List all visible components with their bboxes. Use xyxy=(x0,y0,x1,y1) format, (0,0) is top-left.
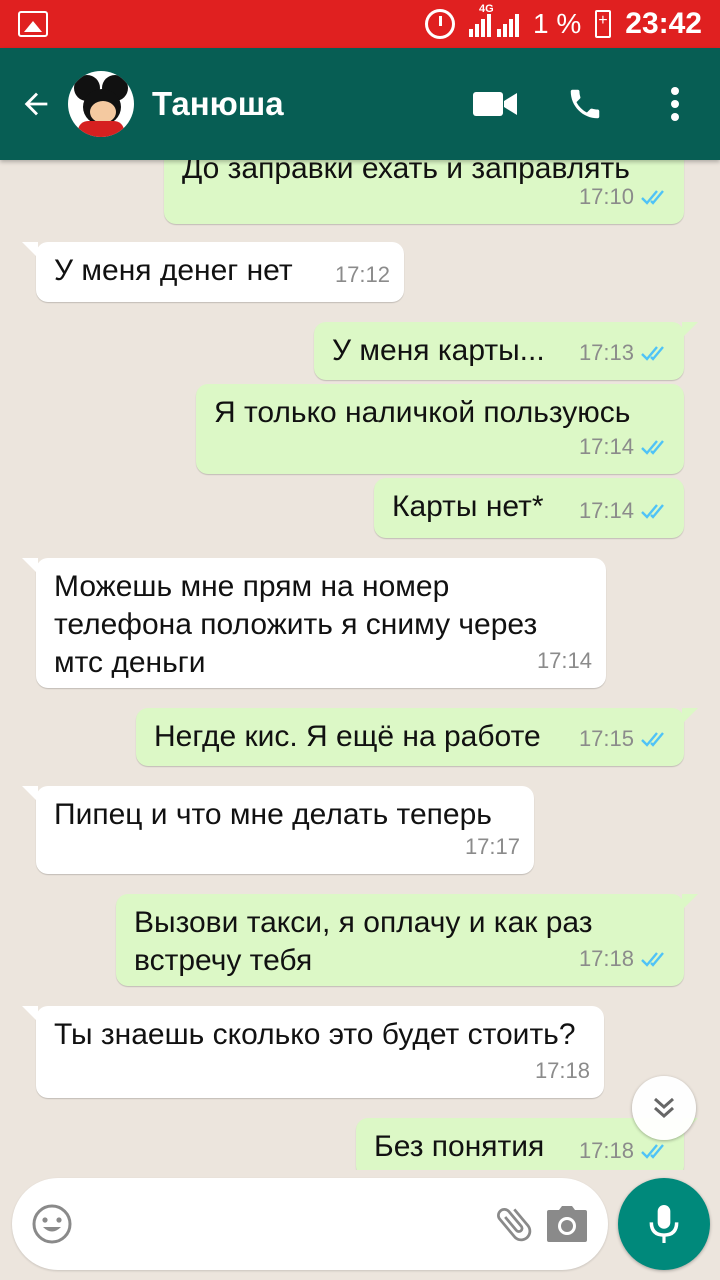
message-bubble[interactable]: Пипец и что мне делать теперь 17:17 xyxy=(22,786,534,874)
message-bubble[interactable]: У меня карты... 17:13 xyxy=(314,322,698,380)
message-time: 17:14 xyxy=(536,648,592,673)
message-time: 17:17 xyxy=(464,834,520,859)
message-bubble[interactable]: Без понятия 17:18 xyxy=(356,1118,698,1170)
more-vert-icon[interactable] xyxy=(630,48,720,160)
message-time: 17:14 xyxy=(578,434,634,459)
message-text: Можешь мне прям на номер телефона положи… xyxy=(54,570,538,679)
message-list[interactable]: До заправки ехать и заправлять 17:10 У м… xyxy=(0,160,720,1170)
message-bubble[interactable]: Карты нет* 17:14 xyxy=(374,478,684,538)
message-text: Вызови такси, я оплачу и как раз встречу… xyxy=(134,906,593,977)
message-text: Негде кис. Я ещё на работе xyxy=(154,720,541,753)
video-call-icon[interactable] xyxy=(450,48,540,160)
message-time: 17:18 xyxy=(578,946,634,971)
status-bar: 4G 1 % 23:42 xyxy=(0,0,720,48)
message-input[interactable] xyxy=(77,1207,488,1241)
chevron-double-down-icon[interactable] xyxy=(632,1076,696,1140)
network-type: 4G xyxy=(479,3,494,15)
message-time: 17:15 xyxy=(578,726,634,751)
paperclip-icon[interactable] xyxy=(487,1194,540,1254)
phone-icon[interactable] xyxy=(540,48,630,160)
message-time: 17:14 xyxy=(578,498,634,523)
message-text: Пипец и что мне делать теперь xyxy=(54,798,492,831)
message-text: До заправки ехать и заправлять xyxy=(182,160,630,185)
contact-name[interactable]: Танюша xyxy=(152,85,284,123)
read-ticks-icon xyxy=(641,346,664,361)
read-ticks-icon xyxy=(641,1144,664,1159)
message-bubble[interactable]: Ты знаешь сколько это будет стоить? 17:1… xyxy=(22,1006,604,1098)
read-ticks-icon xyxy=(641,732,664,747)
message-composer xyxy=(12,1178,608,1270)
message-time: 17:18 xyxy=(578,1138,634,1163)
read-ticks-icon xyxy=(641,952,664,967)
signal-icon: 4G xyxy=(469,3,520,37)
arrow-back-icon[interactable] xyxy=(4,48,68,160)
avatar[interactable] xyxy=(68,71,134,137)
emoji-icon[interactable] xyxy=(26,1195,77,1253)
mic-icon[interactable] xyxy=(618,1178,710,1270)
message-bubble[interactable]: У меня денег нет 17:12 xyxy=(22,242,404,302)
gallery-icon xyxy=(18,11,48,37)
status-time: 23:42 xyxy=(625,7,702,40)
read-ticks-icon xyxy=(641,190,664,205)
battery-percent: 1 % xyxy=(533,8,582,39)
message-text: Ты знаешь сколько это будет стоить? xyxy=(54,1018,576,1051)
message-text: Карты нет* xyxy=(392,490,544,523)
message-time: 17:18 xyxy=(534,1058,590,1083)
message-bubble[interactable]: Можешь мне прям на номер телефона положи… xyxy=(22,558,606,688)
message-bubble[interactable]: Я только наличкой пользуюсь 17:14 xyxy=(196,384,684,474)
camera-icon[interactable] xyxy=(541,1194,594,1254)
message-bubble[interactable]: Негде кис. Я ещё на работе 17:15 xyxy=(136,708,698,766)
message-bubble[interactable]: До заправки ехать и заправлять 17:10 xyxy=(164,160,684,224)
message-time: 17:13 xyxy=(578,340,634,365)
message-text: У меня денег нет xyxy=(54,254,293,287)
alarm-icon xyxy=(425,9,456,39)
message-text: Без понятия xyxy=(374,1130,545,1163)
chat-header: Танюша xyxy=(0,48,720,160)
message-text: Я только наличкой пользуюсь xyxy=(214,396,631,429)
message-text: У меня карты... xyxy=(332,334,545,367)
battery-icon xyxy=(595,10,612,38)
message-time: 17:10 xyxy=(578,184,634,209)
read-ticks-icon xyxy=(641,440,664,455)
message-time: 17:12 xyxy=(334,262,390,287)
message-bubble[interactable]: Вызови такси, я оплачу и как раз встречу… xyxy=(116,894,698,986)
read-ticks-icon xyxy=(641,504,664,519)
